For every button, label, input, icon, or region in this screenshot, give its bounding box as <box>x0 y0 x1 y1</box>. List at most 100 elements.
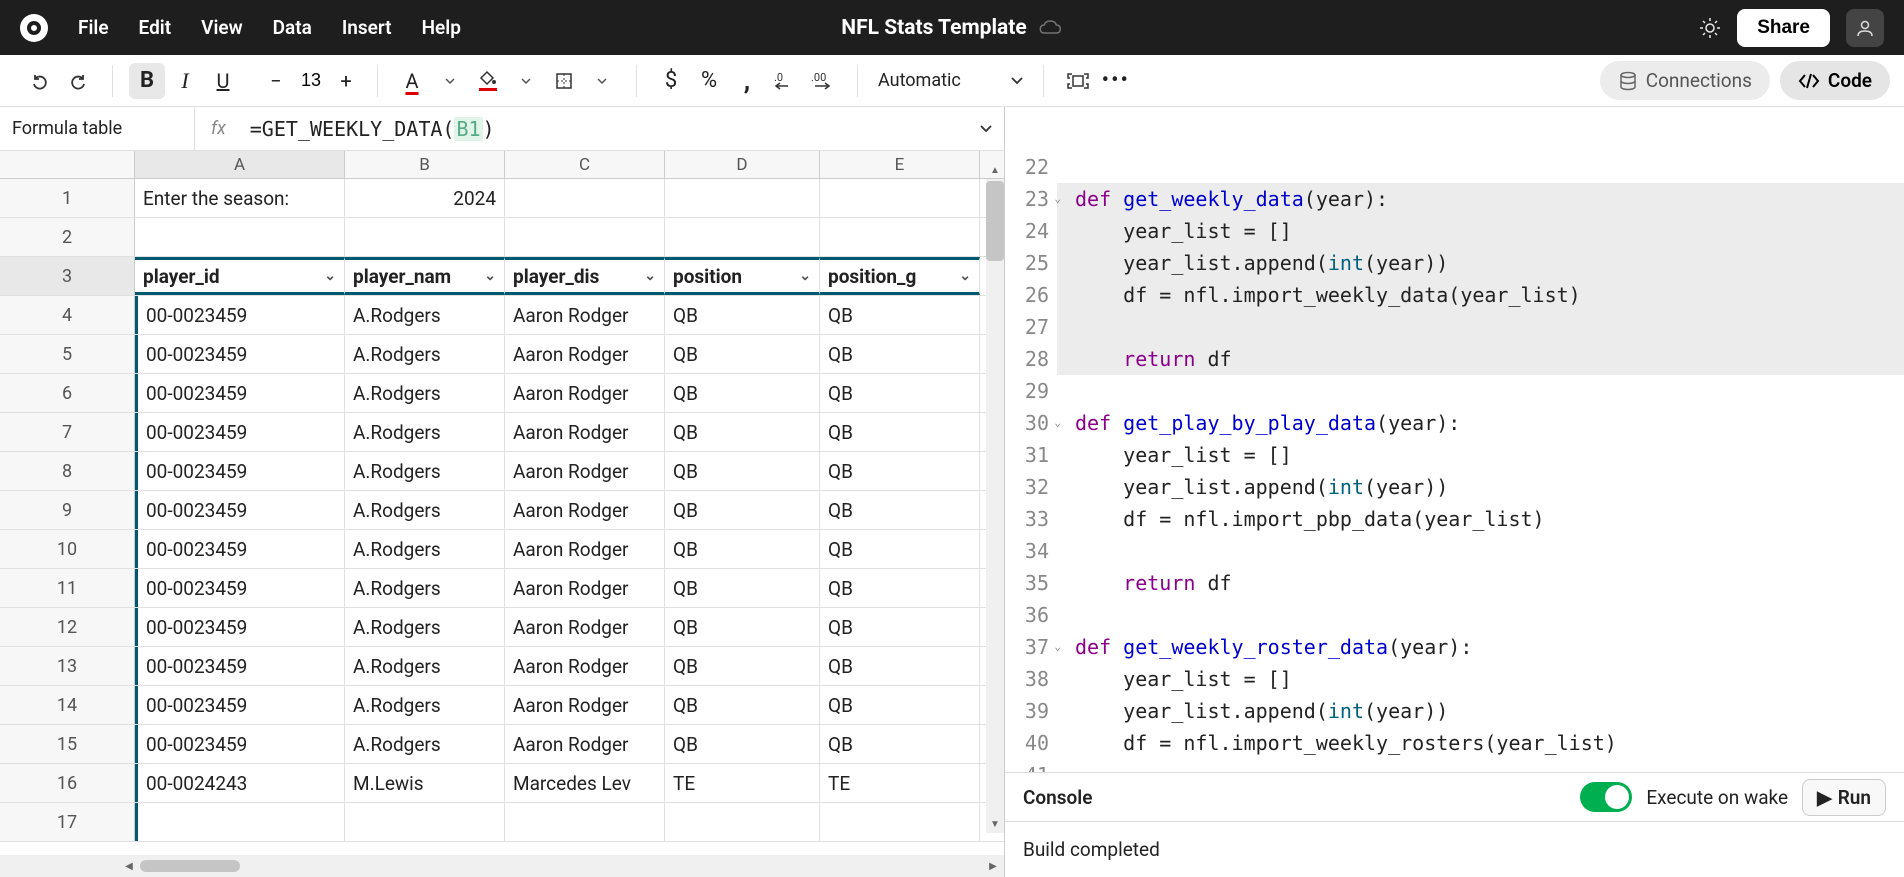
cell[interactable]: QB <box>820 491 980 529</box>
cell[interactable]: A.Rodgers <box>345 686 505 724</box>
row-header[interactable]: 17 <box>0 803 135 841</box>
filter-chevron-icon[interactable]: ⌄ <box>799 268 811 284</box>
execute-on-wake-toggle[interactable] <box>1580 782 1632 812</box>
cell[interactable]: 00-0023459 <box>135 530 345 568</box>
cell[interactable]: QB <box>665 686 820 724</box>
cell[interactable]: Aaron Rodger <box>505 296 665 334</box>
row-header[interactable]: 1 <box>0 179 135 217</box>
cell[interactable]: QB <box>665 491 820 529</box>
cell[interactable]: TE <box>820 764 980 802</box>
cell[interactable]: 00-0023459 <box>135 335 345 373</box>
cell[interactable] <box>820 218 980 256</box>
scroll-thumb[interactable] <box>140 860 240 872</box>
currency-format-button[interactable]: $ <box>653 63 689 99</box>
cell[interactable]: QB <box>665 452 820 490</box>
cell[interactable]: 00-0023459 <box>135 647 345 685</box>
menu-data[interactable]: Data <box>273 16 312 39</box>
cell[interactable]: QB <box>820 647 980 685</box>
decrease-font-button[interactable]: − <box>261 66 291 96</box>
table-header-cell[interactable]: position_g⌄ <box>820 257 980 295</box>
cell[interactable]: 00-0023459 <box>135 725 345 763</box>
scroll-left-arrow[interactable]: ◀ <box>120 857 138 875</box>
cell[interactable]: QB <box>820 296 980 334</box>
code-editor[interactable]: 2223⌄24252627282930⌄31323334353637⌄38394… <box>1005 151 1904 772</box>
column-header-c[interactable]: C <box>505 151 665 178</box>
horizontal-scrollbar[interactable]: ◀ ▶ <box>0 855 1004 877</box>
cell[interactable]: 00-0023459 <box>135 608 345 646</box>
cell[interactable]: A.Rodgers <box>345 569 505 607</box>
fill-color-button[interactable] <box>470 63 506 99</box>
table-header-cell[interactable]: player_id⌄ <box>135 257 345 295</box>
column-header-b[interactable]: B <box>345 151 505 178</box>
theme-toggle-icon[interactable] <box>1699 17 1721 39</box>
cell[interactable]: QB <box>665 296 820 334</box>
cell[interactable] <box>665 218 820 256</box>
cell[interactable]: Aaron Rodger <box>505 725 665 763</box>
cell[interactable]: A.Rodgers <box>345 374 505 412</box>
cell[interactable]: A.Rodgers <box>345 413 505 451</box>
table-header-cell[interactable]: player_nam⌄ <box>345 257 505 295</box>
text-color-button[interactable]: A <box>394 63 430 99</box>
fill-color-dropdown[interactable] <box>508 63 544 99</box>
cell[interactable]: QB <box>820 530 980 568</box>
row-header[interactable]: 7 <box>0 413 135 451</box>
menu-view[interactable]: View <box>201 16 243 39</box>
cell[interactable]: Aaron Rodger <box>505 569 665 607</box>
scroll-up-arrow[interactable]: ▲ <box>986 161 1004 179</box>
cell[interactable]: QB <box>820 335 980 373</box>
underline-button[interactable]: U <box>205 63 241 99</box>
cell[interactable]: 00-0023459 <box>135 374 345 412</box>
cell[interactable]: 00-0023459 <box>135 686 345 724</box>
cell[interactable]: A.Rodgers <box>345 491 505 529</box>
formula-expand-button[interactable] <box>980 125 992 132</box>
cell[interactable]: 00-0023459 <box>135 491 345 529</box>
cell[interactable]: Aaron Rodger <box>505 647 665 685</box>
cell[interactable]: QB <box>665 335 820 373</box>
cell[interactable]: Enter the season: <box>135 179 345 217</box>
bold-button[interactable]: B <box>129 63 165 99</box>
filter-chevron-icon[interactable]: ⌄ <box>324 268 336 284</box>
cell[interactable]: Aaron Rodger <box>505 491 665 529</box>
borders-dropdown[interactable] <box>584 63 620 99</box>
table-header-cell[interactable]: player_dis⌄ <box>505 257 665 295</box>
more-options-button[interactable]: ••• <box>1098 63 1134 99</box>
row-header[interactable]: 12 <box>0 608 135 646</box>
scroll-right-arrow[interactable]: ▶ <box>984 857 1002 875</box>
row-header[interactable]: 4 <box>0 296 135 334</box>
menu-file[interactable]: File <box>78 16 109 39</box>
share-button[interactable]: Share <box>1737 9 1830 47</box>
cell[interactable] <box>135 218 345 256</box>
cell[interactable]: QB <box>820 374 980 412</box>
borders-button[interactable] <box>546 63 582 99</box>
cell[interactable]: TE <box>665 764 820 802</box>
menu-insert[interactable]: Insert <box>342 16 392 39</box>
select-all-corner[interactable] <box>0 151 135 178</box>
menu-help[interactable]: Help <box>422 16 461 39</box>
cell[interactable]: 2024 <box>345 179 505 217</box>
cell[interactable]: Aaron Rodger <box>505 452 665 490</box>
cell[interactable]: QB <box>820 725 980 763</box>
expand-button[interactable] <box>1060 63 1096 99</box>
cell[interactable]: A.Rodgers <box>345 335 505 373</box>
cell[interactable]: Aaron Rodger <box>505 374 665 412</box>
row-header[interactable]: 15 <box>0 725 135 763</box>
cell[interactable]: Aaron Rodger <box>505 608 665 646</box>
cell[interactable]: M.Lewis <box>345 764 505 802</box>
font-size-input[interactable] <box>293 70 329 91</box>
cell[interactable]: A.Rodgers <box>345 530 505 568</box>
filter-chevron-icon[interactable]: ⌄ <box>959 268 971 284</box>
cell[interactable] <box>820 803 980 841</box>
cell[interactable] <box>665 179 820 217</box>
decrease-decimal-button[interactable]: .0 <box>767 63 803 99</box>
cell[interactable]: QB <box>820 608 980 646</box>
column-header-a[interactable]: A <box>135 151 345 178</box>
cell[interactable]: A.Rodgers <box>345 725 505 763</box>
cell[interactable]: QB <box>820 413 980 451</box>
run-button[interactable]: ▶Run <box>1802 779 1886 816</box>
cell[interactable]: A.Rodgers <box>345 608 505 646</box>
table-header-cell[interactable]: position⌄ <box>665 257 820 295</box>
cell[interactable] <box>820 179 980 217</box>
cell[interactable] <box>505 803 665 841</box>
row-header[interactable]: 16 <box>0 764 135 802</box>
row-header[interactable]: 5 <box>0 335 135 373</box>
